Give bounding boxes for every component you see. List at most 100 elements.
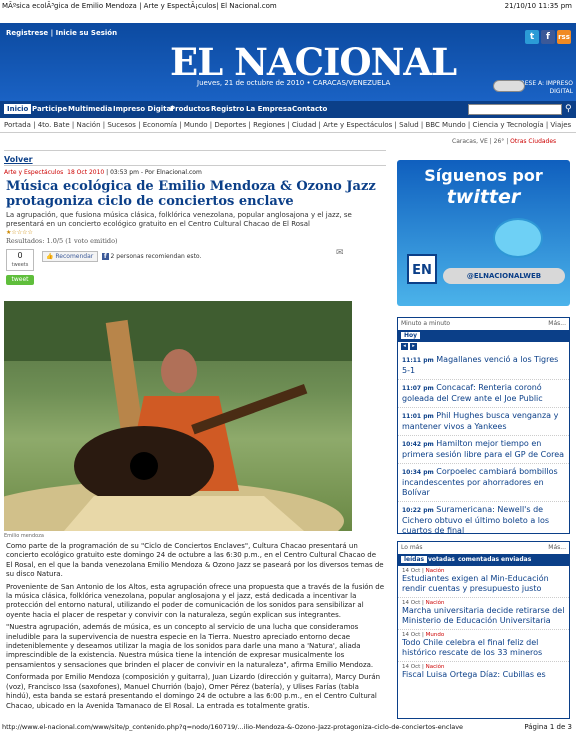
back-link[interactable]: Volver — [4, 155, 33, 164]
weather-city: Caracas, VE — [452, 138, 488, 145]
list-item[interactable]: 11:01 pm Phil Hughes busca venganza y ma… — [398, 408, 569, 436]
login-links[interactable]: Registrese | Inicie su Sesión — [6, 29, 117, 37]
list-item[interactable]: 11:11 pm Magallanes venció a los Tigres … — [398, 352, 569, 380]
nav-inicio[interactable]: Inicio — [4, 104, 32, 114]
tweet-button[interactable]: tweet — [6, 275, 34, 285]
lomas-header: Lo más — [401, 544, 423, 551]
item-text: Fiscal Luisa Ortega Díaz: Cubillas es — [402, 670, 546, 679]
divider — [4, 165, 386, 166]
recommend-count: f 2 personas recomiendan esto. — [102, 253, 201, 260]
nav-participe[interactable]: Participe — [32, 105, 67, 113]
site-header: Registrese | Inicie su Sesión EL NACIONA… — [0, 23, 576, 101]
item-time: 11:11 pm — [402, 357, 434, 364]
list-item[interactable]: 14 Oct | Mundo Todo Chile celebra el fina… — [398, 630, 569, 662]
rating-stars[interactable]: ★☆☆☆☆ — [6, 229, 33, 236]
weather-widget: Caracas, VE | 26° | Otras Ciudades — [452, 138, 557, 145]
header-date: Jueves, 21 de octubre de 2010 • CARACAS/… — [197, 79, 391, 87]
tweet-count-label: tweets — [11, 262, 29, 268]
section-nav[interactable]: Portada | 4to. Bate | Nación | Sucesos |… — [4, 121, 571, 129]
twitter-banner[interactable]: Síguenos por twitter EN @ELNACIONALWEB — [397, 160, 570, 306]
prev-arrow-icon[interactable]: ◂ — [401, 343, 408, 350]
weather-temp: 26° — [493, 138, 505, 145]
article-byline: Por Elnacional.com — [144, 169, 202, 176]
photo-caption: Emilio mendoza — [4, 533, 44, 539]
list-item[interactable]: 14 Oct | Nación Estudiantes exigen al Min… — [398, 566, 569, 598]
banner-line2: twitter — [446, 186, 521, 208]
list-item[interactable]: 10:22 pm Suramericana: Newell's de Ciche… — [398, 502, 569, 539]
nav-impreso-digital[interactable]: Impreso Digital — [113, 105, 174, 113]
divider — [0, 132, 576, 133]
recommend-button[interactable]: 👍 Recomendar — [42, 251, 98, 262]
rating-results: Resultados: 1.0/5 (1 voto emitido) — [6, 237, 118, 245]
email-icon[interactable]: ✉ — [336, 248, 344, 258]
list-item[interactable]: 10:42 pm Hamilton mejor tiempo en primer… — [398, 436, 569, 464]
item-time: 11:01 pm — [402, 413, 434, 420]
item-time: 11:07 pm — [402, 385, 434, 392]
other-cities-link[interactable]: Otras Ciudades — [510, 138, 556, 145]
newspaper-roll-icon — [493, 80, 525, 92]
article-photo — [0, 301, 352, 561]
item-text: Estudiantes exigen al Min-Educación rend… — [402, 574, 549, 593]
nav-multimedia[interactable]: Multimedia — [68, 105, 112, 113]
print-footer-url: http://www.el-nacional.com/www/site/p_co… — [2, 723, 464, 731]
tab-bar: Hoy — [398, 330, 569, 342]
pager: ◂ ▸ — [398, 342, 569, 352]
article-body: Como parte de la programación de su "Cic… — [6, 542, 384, 714]
main-nav: Inicio Participe Multimedia Impreso Digi… — [0, 101, 576, 118]
site-logo[interactable]: EL NACIONAL — [170, 40, 457, 84]
impreso-digital-link[interactable]: INGRESE A: IMPRESO DIGITAL — [493, 80, 573, 96]
minuto-a-minuto-box: Minuto a minuto Más... Hoy ◂ ▸ 11:11 pm Ma… — [397, 317, 570, 535]
tab-leidas[interactable]: leídas — [401, 556, 428, 563]
item-text: Todo Chile celebra el final feliz del hi… — [402, 638, 543, 657]
guitarist-illustration — [0, 301, 352, 561]
tweet-count: 0 — [17, 251, 23, 260]
lo-mas-box: Lo más Más... leídas votadas comentadas e… — [397, 541, 570, 719]
thumbs-up-icon: 👍 — [46, 253, 54, 260]
banner-line1: Síguenos por — [424, 166, 543, 185]
nav-productos[interactable]: Productos — [170, 105, 210, 113]
facebook-icon: f — [102, 253, 109, 260]
tab-enviadas[interactable]: enviadas — [501, 556, 531, 563]
nav-la-empresa[interactable]: La Empresa — [246, 105, 292, 113]
rss-icon[interactable]: rss — [557, 30, 571, 44]
recommend-label: Recomendar — [55, 253, 94, 260]
tweet-counter: 0 tweets — [6, 249, 34, 271]
list-item[interactable]: 11:07 pm Concacaf: Renteria coronó golea… — [398, 380, 569, 408]
article-date: 18 Oct 2010 — [67, 169, 105, 176]
list-item[interactable]: 10:34 pm Corpoelec cambiará bombillos in… — [398, 464, 569, 502]
tab-comentadas[interactable]: comentadas — [458, 556, 499, 563]
section-link[interactable]: Arte y Espectáculos — [4, 169, 63, 176]
mas-link[interactable]: Más... — [548, 544, 566, 551]
search-input[interactable] — [468, 104, 562, 115]
nav-contacto[interactable]: Contacto — [292, 105, 327, 113]
article-title: Música ecológica de Emilio Mendoza & Ozo… — [6, 179, 376, 209]
twitter-icon[interactable]: t — [525, 30, 539, 44]
item-text: Marcha universitaria decide retirarse de… — [402, 606, 565, 625]
en-logo: EN — [407, 254, 437, 284]
article-paragraph: Como parte de la programación de su "Cic… — [6, 542, 384, 579]
list-item[interactable]: 14 Oct | Nación Marcha universitaria deci… — [398, 598, 569, 630]
article-meta: Arte y Espectáculos 18 Oct 2010 | 03:53 … — [4, 169, 202, 176]
minuto-header: Minuto a minuto — [401, 320, 451, 327]
divider — [4, 150, 386, 151]
article-paragraph: Conformada por Emilio Mendoza (composici… — [6, 673, 381, 710]
recommend-people: 2 personas recomiendan esto. — [110, 253, 202, 260]
article-paragraph: Proveniente de San Antonio de los Altos,… — [6, 582, 384, 619]
nav-registro[interactable]: Registro — [211, 105, 244, 113]
article-paragraph: "Nuestra agrupación, además de música, e… — [6, 623, 374, 669]
search-icon[interactable]: ⚲ — [565, 104, 572, 114]
print-header-title: MÃºsica ecolÃ³gica de Emilio Mendoza | A… — [2, 2, 277, 10]
tab-bar: leídas votadas comentadas enviadas — [398, 554, 569, 566]
print-header-datetime: 21/10/10 11:35 pm — [504, 2, 572, 10]
item-time: 10:42 pm — [402, 441, 434, 448]
twitter-bird-icon — [493, 218, 543, 258]
twitter-handle: @ELNACIONALWEB — [443, 268, 565, 284]
facebook-icon[interactable]: f — [541, 30, 555, 44]
box-header: Lo más Más... — [398, 542, 569, 554]
article-time: 03:53 pm — [110, 169, 139, 176]
tab-hoy[interactable]: Hoy — [401, 332, 421, 339]
next-arrow-icon[interactable]: ▸ — [410, 343, 417, 350]
tab-votadas[interactable]: votadas — [428, 556, 455, 563]
list-item[interactable]: 14 Oct | Nación Fiscal Luisa Ortega Díaz:… — [398, 662, 569, 683]
mas-link[interactable]: Más... — [548, 320, 566, 327]
